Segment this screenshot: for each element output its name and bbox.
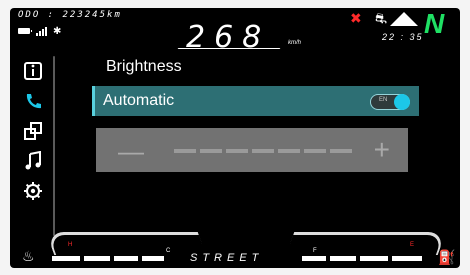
window-icon	[24, 122, 42, 140]
temperature-bar	[52, 256, 80, 261]
brightness-title: Brightness	[106, 58, 182, 75]
fuel-bar	[330, 256, 356, 261]
temperature-bar	[84, 256, 110, 261]
temperature-cold-label: C	[166, 248, 171, 254]
segment	[200, 149, 222, 153]
motorbike-icon: ⛐	[375, 10, 388, 26]
gear-indicator: N	[424, 8, 445, 39]
toggle-text: EN	[379, 97, 388, 103]
riding-mode: STREET	[190, 252, 264, 264]
temperature-bar	[142, 256, 164, 261]
info-button[interactable]	[21, 58, 45, 84]
fuel-empty-label: E	[410, 242, 415, 248]
speed-underline	[177, 48, 281, 49]
segment	[278, 149, 300, 153]
fuel-bar	[360, 256, 388, 261]
decrease-brightness-button[interactable]: —	[118, 136, 144, 167]
bottom-gauges: ♨ H C STREET F E ⛽	[10, 226, 460, 268]
fuel-full-label: F	[313, 248, 317, 254]
automatic-label: Automatic	[103, 92, 175, 109]
phone-icon	[26, 94, 41, 109]
temperature-hot-label: H	[68, 242, 73, 248]
settings-icon	[24, 182, 42, 200]
signal-icon	[36, 26, 47, 36]
selected-accent	[92, 86, 95, 116]
segment	[304, 149, 326, 153]
warning-icon: ✖	[350, 10, 362, 26]
sidebar-divider	[53, 56, 55, 236]
settings-button[interactable]	[21, 178, 45, 204]
window-button[interactable]	[21, 118, 45, 144]
coolant-temperature-icon: ♨	[22, 248, 35, 264]
connection-status: ✱	[18, 24, 61, 38]
speed-value: 268	[186, 20, 271, 55]
top-status-bar: ODO : 223245km ✱ 268 km/h ✖ ⛐ 22 : 35 N	[10, 8, 460, 58]
brightness-slider[interactable]: — +	[96, 128, 408, 172]
automatic-toggle[interactable]: EN	[370, 94, 410, 110]
battery-icon	[18, 28, 32, 34]
clock: 22 : 35	[382, 32, 424, 42]
segment	[330, 149, 352, 153]
fuel-icon: ⛽	[438, 249, 456, 265]
music-icon	[25, 151, 41, 170]
dashboard-screen: ODO : 223245km ✱ 268 km/h ✖ ⛐ 22 : 35 N	[10, 8, 460, 268]
speed-unit: km/h	[288, 40, 302, 46]
segment	[252, 149, 274, 153]
segment	[226, 149, 248, 153]
sidebar	[20, 56, 48, 236]
fuel-bar	[302, 256, 326, 261]
brightness-level-segments	[174, 149, 352, 153]
music-button[interactable]	[21, 148, 45, 174]
fuel-arc	[285, 232, 447, 255]
increase-brightness-button[interactable]: +	[374, 134, 390, 166]
segment	[174, 149, 196, 153]
bluetooth-icon: ✱	[53, 25, 62, 37]
phone-button[interactable]	[21, 88, 45, 114]
automatic-row[interactable]: Automatic EN	[92, 86, 419, 116]
fuel-bar	[392, 256, 422, 261]
info-icon	[24, 62, 42, 80]
odometer: ODO : 223245km	[18, 10, 122, 20]
up-arrow-icon	[390, 12, 418, 26]
temperature-bar	[114, 256, 138, 261]
toggle-knob	[394, 94, 410, 110]
